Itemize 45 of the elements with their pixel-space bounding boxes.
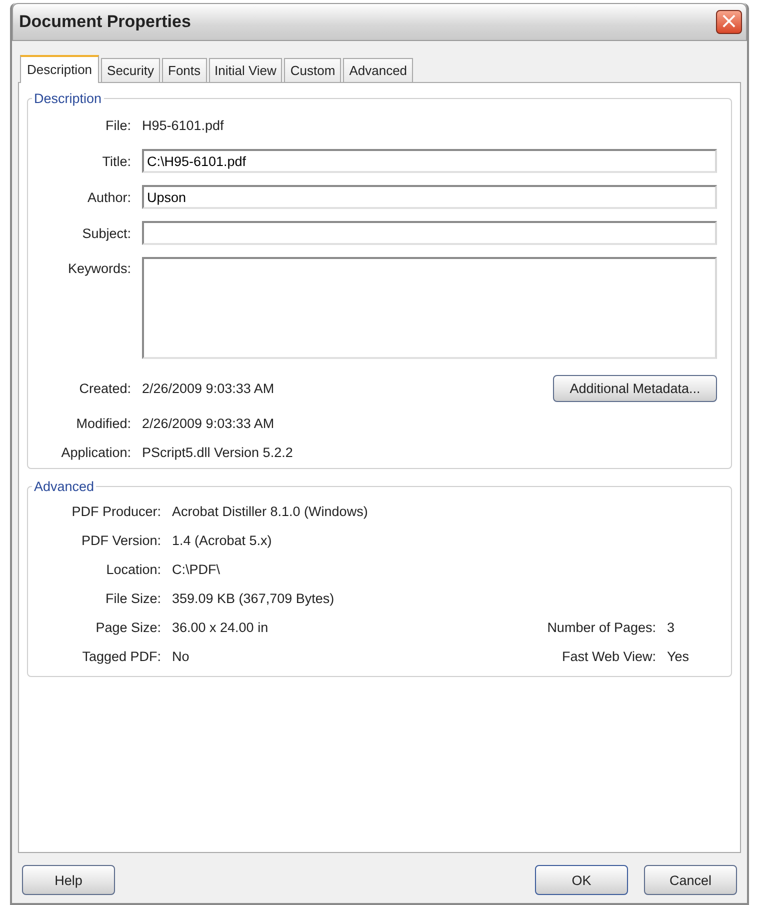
text-area[interactable] [142, 257, 717, 359]
field-label: Page Size: [94, 620, 161, 635]
field-value: PScript5.dll Version 5.2.2 [142, 445, 294, 460]
tab[interactable]: Security [101, 58, 160, 82]
field-value: H95-6101.pdf [142, 117, 225, 135]
field-label: Title: [101, 154, 131, 168]
group-legend: Advanced [32, 479, 96, 494]
field-value: Yes [667, 649, 690, 664]
additional-metadata-button[interactable]: Additional Metadata... [553, 375, 717, 402]
field-label: Author: [86, 190, 131, 204]
field-label: File Size: [104, 591, 161, 606]
field-label: File: [104, 118, 131, 133]
field-value: Acrobat Distiller 8.1.0 (Windows) [172, 504, 369, 519]
field-label: Number of Pages: [547, 620, 656, 635]
field-label: PDF Producer: [70, 504, 161, 519]
window-title: Document Properties [19, 12, 191, 32]
field-value: 36.00 x 24.00 in [172, 620, 270, 635]
field-value: 2/26/2009 9:03:33 AM [142, 381, 276, 396]
field-label: Application: [60, 445, 131, 460]
ok-button[interactable]: OK [535, 865, 628, 895]
group-legend: Description [32, 91, 104, 106]
field-value: 359.09 KB (367,709 Bytes) [172, 591, 336, 606]
field-label: PDF Version: [80, 533, 161, 548]
field-label: Location: [105, 562, 161, 577]
input-field[interactable]: Upson [142, 185, 717, 209]
tab[interactable]: Advanced [343, 58, 414, 82]
field-label: Subject: [81, 226, 131, 240]
cancel-button[interactable]: Cancel [644, 865, 737, 895]
field-label: Created: [78, 381, 131, 396]
input-field[interactable] [142, 221, 717, 245]
tab[interactable]: Fonts [162, 58, 207, 82]
help-button[interactable]: Help [22, 865, 115, 895]
tab[interactable]: Description [20, 55, 100, 83]
tab[interactable]: Initial View [208, 58, 282, 82]
field-value: C:\PDF\ [172, 562, 222, 577]
field-value: 3 [667, 620, 676, 635]
field-label: Keywords: [66, 260, 131, 276]
field-value: No [172, 649, 190, 664]
field-label: Modified: [75, 416, 131, 431]
tab[interactable]: Custom [284, 58, 342, 82]
field-label: Fast Web View: [560, 649, 656, 664]
field-label: Tagged PDF: [81, 649, 161, 664]
input-field[interactable]: C:\H95-6101.pdf [142, 149, 717, 173]
field-value: 2/26/2009 9:03:33 AM [142, 416, 276, 431]
field-value: 1.4 (Acrobat 5.x) [172, 533, 273, 548]
